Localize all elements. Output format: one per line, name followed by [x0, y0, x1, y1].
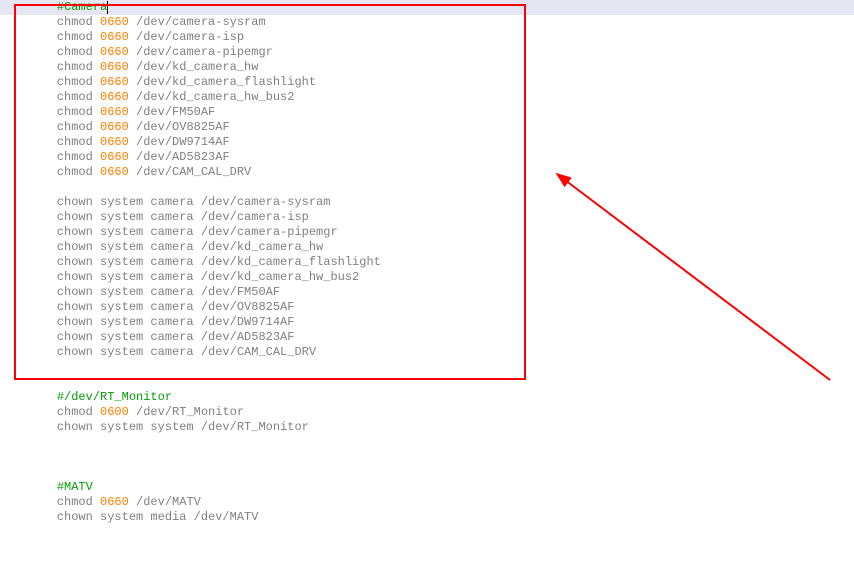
code-line: chmod 0660 /dev/MATV: [28, 495, 854, 510]
code-line: chmod 0660 /dev/FM50AF: [28, 105, 854, 120]
code-line: chown system camera /dev/OV8825AF: [28, 300, 854, 315]
code-line: chown system media /dev/MATV: [28, 510, 854, 525]
comment-text: #MATV: [57, 480, 93, 494]
comment-text: #/dev/RT_Monitor: [57, 390, 172, 404]
blank-line: [28, 465, 854, 480]
code-editor[interactable]: #Camera chmod 0660 /dev/camera-sysram ch…: [0, 0, 854, 525]
code-line-comment: #MATV: [28, 480, 854, 495]
text-caret: [107, 1, 108, 14]
code-line-comment: #/dev/RT_Monitor: [28, 390, 854, 405]
blank-line: [28, 435, 854, 450]
code-line: chown system camera /dev/camera-pipemgr: [28, 225, 854, 240]
code-line: chmod 0660 /dev/kd_camera_flashlight: [28, 75, 854, 90]
blank-line: [28, 450, 854, 465]
code-line: chown system camera /dev/camera-sysram: [28, 195, 854, 210]
code-line: chown system camera /dev/kd_camera_hw_bu…: [28, 270, 854, 285]
code-line: chmod 0660 /dev/camera-pipemgr: [28, 45, 854, 60]
code-line-comment: #Camera: [0, 0, 854, 15]
code-line: chown system camera /dev/CAM_CAL_DRV: [28, 345, 854, 360]
code-line: chown system camera /dev/FM50AF: [28, 285, 854, 300]
code-line: chown system camera /dev/AD5823AF: [28, 330, 854, 345]
code-line: chown system camera /dev/DW9714AF: [28, 315, 854, 330]
code-line: chmod 0660 /dev/CAM_CAL_DRV: [28, 165, 854, 180]
code-line: chown system camera /dev/kd_camera_flash…: [28, 255, 854, 270]
code-line: chmod 0660 /dev/DW9714AF: [28, 135, 854, 150]
code-line: chmod 0660 /dev/kd_camera_hw_bus2: [28, 90, 854, 105]
code-line: chmod 0660 /dev/camera-isp: [28, 30, 854, 45]
code-line: chown system camera /dev/kd_camera_hw: [28, 240, 854, 255]
code-line: chmod 0660 /dev/AD5823AF: [28, 150, 854, 165]
code-line: chmod 0660 /dev/OV8825AF: [28, 120, 854, 135]
code-line: chown system system /dev/RT_Monitor: [28, 420, 854, 435]
blank-line: [28, 360, 854, 375]
blank-line: [28, 375, 854, 390]
code-line: chmod 0660 /dev/kd_camera_hw: [28, 60, 854, 75]
code-line: chmod 0660 /dev/camera-sysram: [28, 15, 854, 30]
comment-text: #Camera: [57, 0, 107, 14]
blank-line: [28, 180, 854, 195]
code-line: chmod 0600 /dev/RT_Monitor: [28, 405, 854, 420]
code-line: chown system camera /dev/camera-isp: [28, 210, 854, 225]
